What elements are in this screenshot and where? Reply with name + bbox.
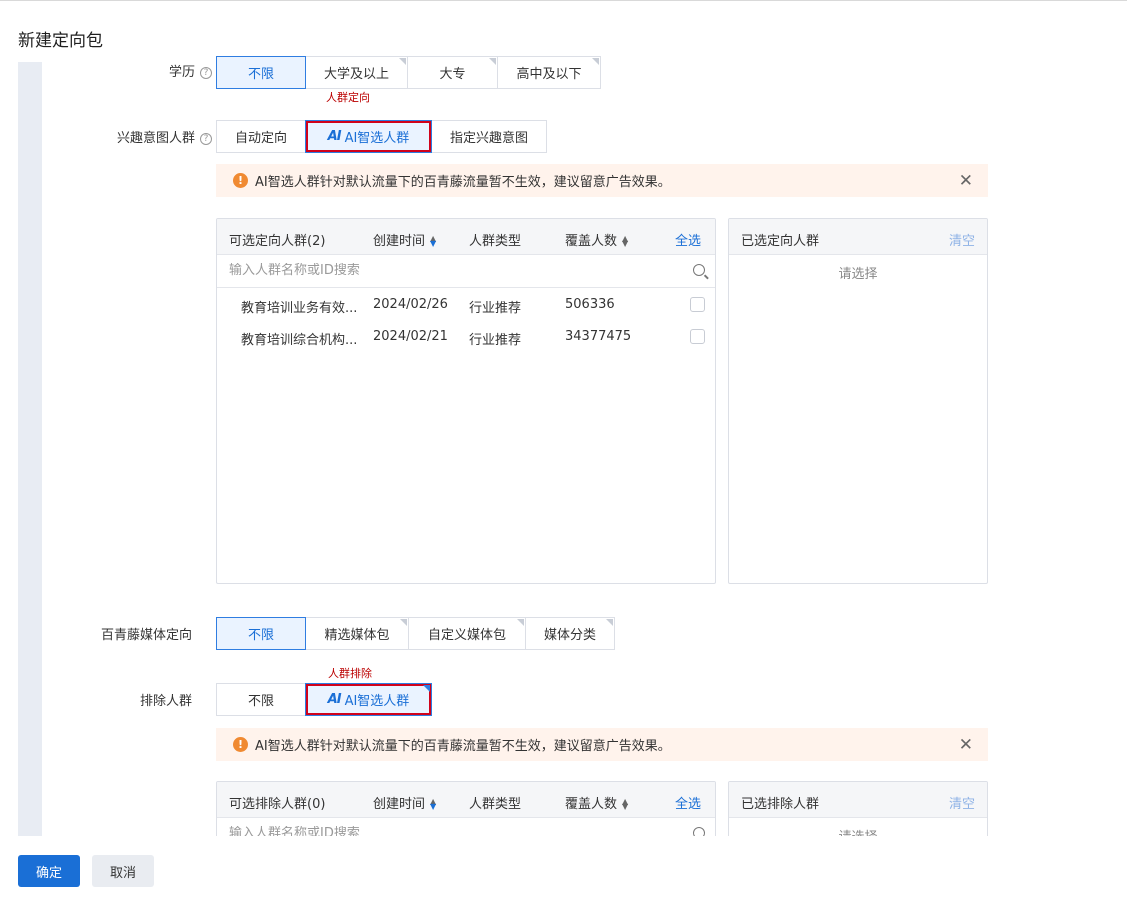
interest-label: 兴趣意图人群?	[100, 127, 212, 146]
media-option-unlimited[interactable]: 不限	[216, 617, 306, 650]
exclude-segment: 不限 AI AI智选人群	[216, 683, 432, 716]
education-segment: 不限 大学及以上 大专 高中及以下	[216, 56, 601, 89]
exclude-search	[217, 818, 715, 836]
selected-placeholder: 请选择	[838, 267, 878, 282]
form-scroll-area[interactable]: 学历? 不限 大学及以上 大专 高中及以下 人群定向 兴趣意图人群? 自动定向 …	[0, 0, 1127, 836]
exclude-available-panel: 可选排除人群(0) 创建时间 ▲ ▼ 人群类型 覆盖人数 ▲ ▼ 全选	[216, 781, 716, 836]
row-name: 教育培训业务有效...	[241, 301, 358, 316]
help-icon[interactable]: ?	[200, 67, 212, 79]
row-checkbox[interactable]	[690, 297, 705, 312]
sort-created[interactable]: 创建时间 ▲ ▼	[373, 230, 436, 249]
exclude-alert: ! AI智选人群针对默认流量下的百青藤流量暂不生效，建议留意广告效果。 ✕	[216, 728, 988, 761]
ai-logo-icon: AI	[327, 692, 342, 707]
selected-crowd-title: 已选定向人群	[741, 234, 820, 249]
exclude-label: 排除人群	[139, 694, 192, 709]
media-option-curated[interactable]: 精选媒体包	[305, 617, 409, 650]
crowd-search-input[interactable]	[229, 263, 669, 278]
search-icon[interactable]	[693, 264, 705, 276]
sort-created[interactable]: 创建时间 ▲ ▼	[373, 793, 436, 812]
sort-icon: ▲ ▼	[430, 797, 437, 811]
media-option-custom[interactable]: 自定义媒体包	[408, 617, 526, 650]
interest-option-auto[interactable]: 自动定向	[216, 120, 306, 153]
col-type-label: 人群类型	[469, 797, 522, 812]
available-crowd-title: 可选定向人群(2)	[229, 234, 326, 249]
exclude-selected-panel: 已选排除人群 清空 请选择	[728, 781, 988, 836]
media-label: 百青藤媒体定向	[100, 628, 192, 643]
col-created-label: 创建时间	[373, 797, 426, 812]
interest-alert: ! AI智选人群针对默认流量下的百青藤流量暂不生效，建议留意广告效果。 ✕	[216, 164, 988, 197]
sort-icon: ▲ ▼	[622, 797, 629, 811]
row-type: 行业推荐	[469, 301, 522, 316]
education-label-text: 学历	[168, 65, 195, 80]
exclude-available-title: 可选排除人群(0)	[229, 797, 326, 812]
row-date: 2024/02/21	[373, 329, 448, 344]
col-type-label: 人群类型	[469, 234, 522, 249]
col-cover-label: 覆盖人数	[565, 234, 618, 249]
crowd-search	[217, 255, 715, 288]
interest-label-text: 兴趣意图人群	[116, 131, 195, 146]
warning-icon: !	[233, 173, 248, 188]
exclude-selected-header: 已选排除人群 清空	[729, 782, 987, 818]
col-cover-label: 覆盖人数	[565, 797, 618, 812]
education-option-highschool[interactable]: 高中及以下	[497, 56, 601, 89]
exclude-option-ai[interactable]: AI AI智选人群	[305, 683, 432, 716]
clear-link[interactable]: 清空	[949, 230, 975, 249]
media-option-category[interactable]: 媒体分类	[525, 617, 615, 650]
clear-link[interactable]: 清空	[949, 793, 975, 812]
cancel-button[interactable]: 取消	[92, 855, 154, 887]
exclude-option-unlimited[interactable]: 不限	[216, 683, 306, 716]
ai-logo-icon: AI	[327, 129, 342, 144]
warning-icon: !	[233, 737, 248, 752]
exclude-red-note: 人群排除	[328, 667, 372, 680]
close-icon[interactable]: ✕	[959, 735, 973, 755]
selected-crowd-header: 已选定向人群 清空	[729, 219, 987, 255]
col-created-label: 创建时间	[373, 234, 426, 249]
sort-cover[interactable]: 覆盖人数 ▲ ▼	[565, 793, 628, 812]
interest-option-specific[interactable]: 指定兴趣意图	[431, 120, 547, 153]
confirm-button[interactable]: 确定	[18, 855, 80, 887]
sort-icon: ▲ ▼	[622, 234, 629, 248]
selected-crowd-panel: 已选定向人群 清空 请选择	[728, 218, 988, 584]
interest-alert-text: AI智选人群针对默认流量下的百青藤流量暂不生效，建议留意广告效果。	[255, 175, 671, 190]
sort-cover[interactable]: 覆盖人数 ▲ ▼	[565, 230, 628, 249]
row-checkbox[interactable]	[690, 329, 705, 344]
media-segment: 不限 精选媒体包 自定义媒体包 媒体分类	[216, 617, 615, 650]
exclude-alert-text: AI智选人群针对默认流量下的百青藤流量暂不生效，建议留意广告效果。	[255, 739, 671, 754]
row-cover: 506336	[565, 297, 615, 312]
help-icon[interactable]: ?	[200, 133, 212, 145]
row-date: 2024/02/26	[373, 297, 448, 312]
table-row[interactable]: 教育培训综合机构... 2024/02/21 行业推荐 34377475	[217, 321, 715, 353]
exclude-search-input[interactable]	[229, 826, 669, 836]
close-icon[interactable]: ✕	[959, 171, 973, 191]
select-all-link[interactable]: 全选	[675, 793, 701, 812]
interest-segment: 自动定向 AI AI智选人群 指定兴趣意图	[216, 120, 547, 153]
interest-option-ai-label: AI智选人群	[344, 131, 410, 146]
exclude-selected-title: 已选排除人群	[741, 797, 820, 812]
interest-red-note: 人群定向	[326, 91, 370, 104]
education-option-unlimited[interactable]: 不限	[216, 56, 306, 89]
available-crowd-panel: 可选定向人群(2) 创建时间 ▲▼ 人群类型 覆盖人数 ▲▼ 全选 教育培训业务有效…	[216, 218, 716, 584]
table-row[interactable]: 教育培训业务有效... 2024/02/26 行业推荐 506336	[217, 289, 715, 321]
sort-icon: ▲ ▼	[430, 234, 437, 248]
row-name: 教育培训综合机构...	[241, 333, 358, 348]
exclude-available-header: 可选排除人群(0) 创建时间 ▲ ▼ 人群类型 覆盖人数 ▲ ▼ 全选	[217, 782, 715, 818]
row-cover: 34377475	[565, 329, 632, 344]
education-option-college[interactable]: 大专	[407, 56, 498, 89]
search-icon[interactable]	[693, 827, 705, 836]
sidebar-strip	[18, 62, 42, 836]
available-crowd-header: 可选定向人群(2) 创建时间 ▲ ▼ 人群类型 覆盖人数 ▲ ▼ 全选	[217, 219, 715, 255]
select-all-link[interactable]: 全选	[675, 230, 701, 249]
interest-option-ai[interactable]: AI AI智选人群	[305, 120, 432, 153]
row-type: 行业推荐	[469, 333, 522, 348]
exclude-option-ai-label: AI智选人群	[344, 694, 410, 709]
education-option-university[interactable]: 大学及以上	[305, 56, 408, 89]
exclude-selected-placeholder: 请选择	[729, 826, 987, 836]
education-label: 学历?	[150, 61, 212, 80]
